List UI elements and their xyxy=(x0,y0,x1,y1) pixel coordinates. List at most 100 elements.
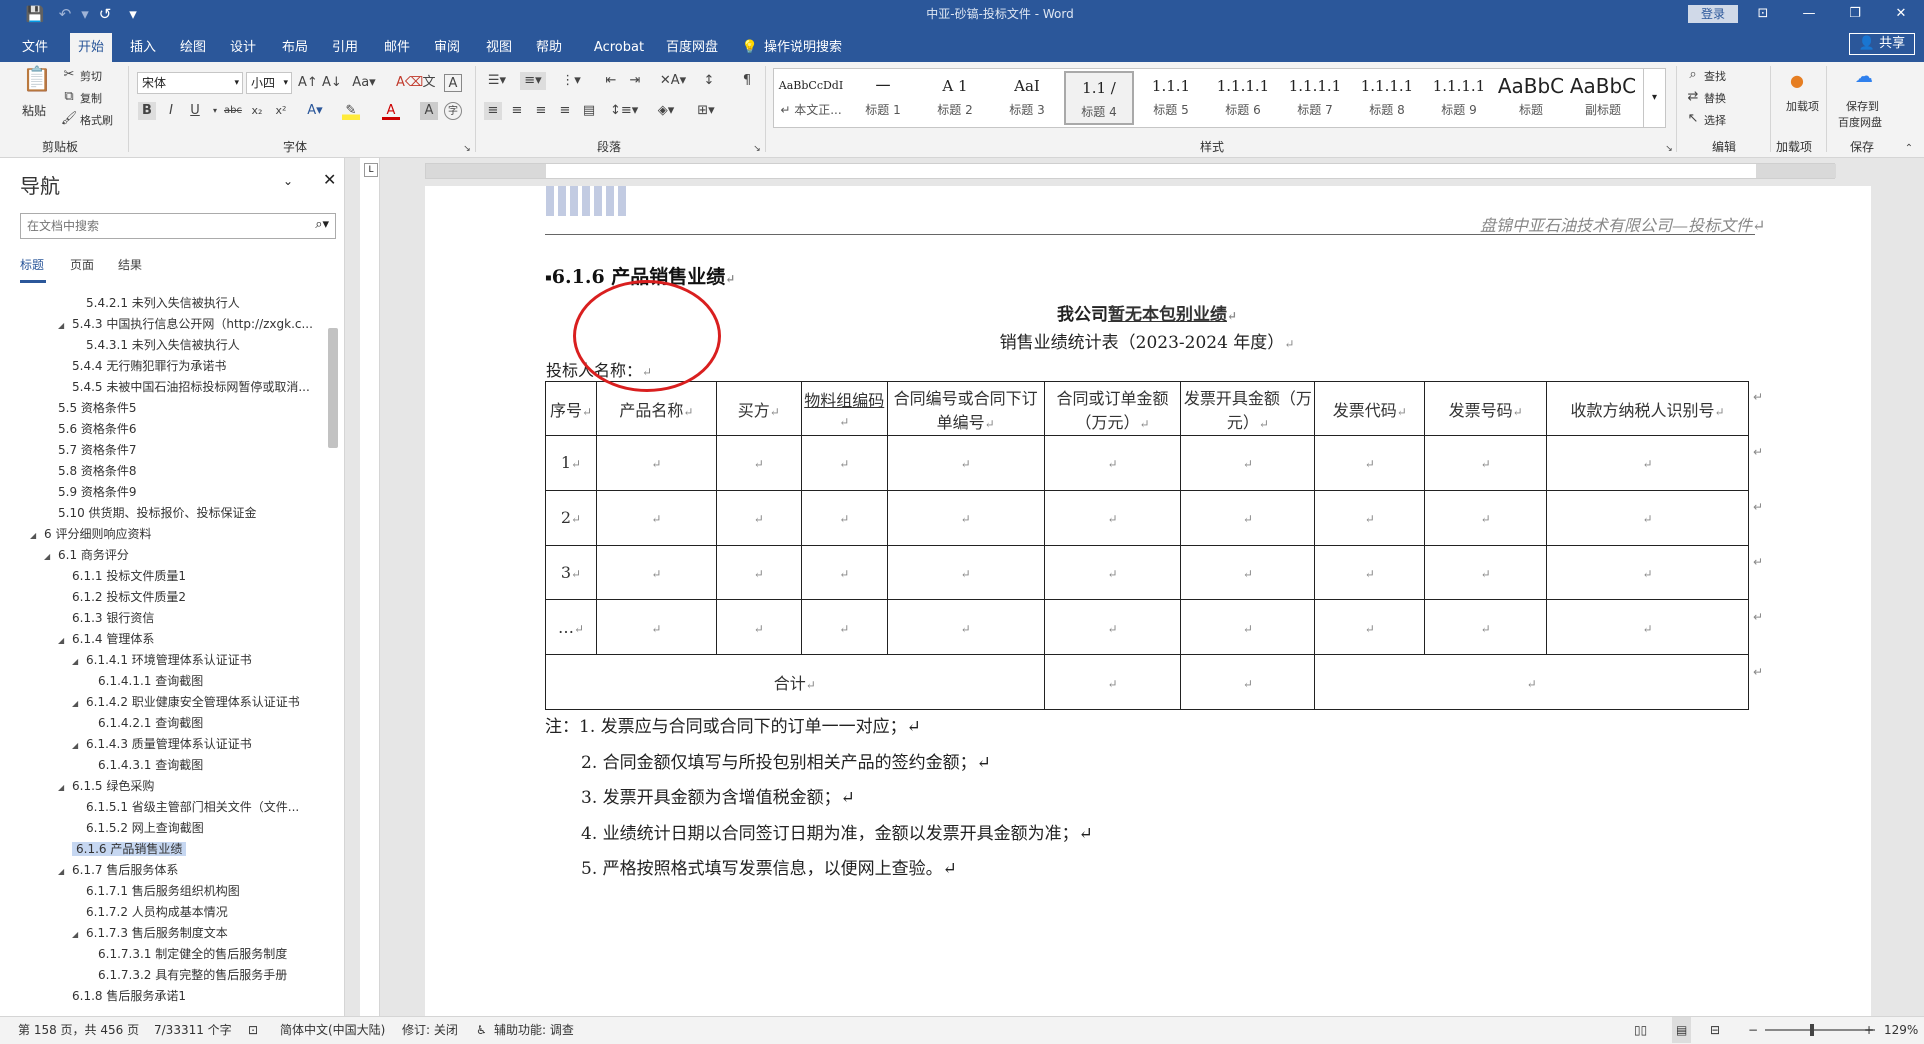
accessibility-icon[interactable]: ♿ xyxy=(476,1017,487,1043)
replace-button[interactable]: 替换 xyxy=(1704,90,1726,106)
table-cell[interactable]: ↵ xyxy=(1424,489,1548,546)
nav-heading-item[interactable]: 6.1.4.3.1 查询截图 xyxy=(98,755,203,775)
table-cell[interactable]: ↵ xyxy=(1180,544,1316,601)
style-heading-4[interactable]: 1.1 / 标题 4 xyxy=(1064,71,1134,125)
nav-heading-item[interactable]: 5.10 供货期、投标报价、投标保证金 xyxy=(58,503,257,523)
nav-heading-item[interactable]: 6.1.4.2.1 查询截图 xyxy=(98,713,203,733)
bullets-icon[interactable]: ☰▾ xyxy=(484,72,510,90)
nav-heading-item[interactable]: 5.6 资格条件6 xyxy=(58,419,137,439)
character-border-icon[interactable]: A xyxy=(444,74,462,92)
nav-tab-results[interactable]: 结果 xyxy=(118,256,142,273)
table-cell[interactable]: ↵ xyxy=(715,435,802,491)
table-cell[interactable]: ↵ xyxy=(1180,435,1316,491)
table-cell[interactable]: ↵ xyxy=(886,599,1045,656)
nav-heading-item[interactable]: 6.1.6 产品销售业绩 xyxy=(72,839,187,859)
row-number-cell[interactable]: 3↵ xyxy=(545,544,597,601)
collapse-triangle-icon[interactable]: ◢ xyxy=(72,694,86,714)
note-line[interactable]: 注：1. 发票应与合同或合同下的订单一一对应；↵ xyxy=(545,710,1093,746)
style-subtitle[interactable]: AaBbC 副标题 xyxy=(1568,71,1638,125)
nav-search-input[interactable] xyxy=(21,214,291,238)
nav-heading-item[interactable]: 6.1.3 银行资信 xyxy=(72,608,154,628)
table-cell[interactable]: ↵ xyxy=(886,489,1045,546)
addins-button[interactable]: 加载项 xyxy=(1786,98,1819,114)
nav-heading-item[interactable]: 5.5 资格条件5 xyxy=(58,398,137,418)
tab-help[interactable]: 帮助 xyxy=(528,33,570,62)
nav-heading-item[interactable]: ◢ 6.1 商务评分 xyxy=(44,545,129,565)
save-to-netdisk-line2[interactable]: 百度网盘 xyxy=(1838,114,1882,130)
zoom-slider-track[interactable] xyxy=(1765,1029,1875,1031)
tab-selector-icon[interactable]: L xyxy=(364,163,378,177)
select-icon[interactable]: ↖ xyxy=(1684,110,1702,128)
nav-heading-item[interactable]: 6.1.7.2 人员构成基本情况 xyxy=(86,902,228,922)
nav-heading-item[interactable]: 6.1.2 投标文件质量2 xyxy=(72,587,186,607)
copy-icon[interactable]: ⧉ xyxy=(60,88,78,106)
find-icon[interactable]: ⌕ xyxy=(1684,66,1702,84)
style-heading-6[interactable]: 1.1.1.1 标题 6 xyxy=(1208,71,1278,125)
numbering-icon[interactable]: ≡▾ xyxy=(520,72,546,90)
table-header-cell[interactable]: 物料组编码 ↵ xyxy=(800,381,888,436)
collapse-triangle-icon[interactable]: ◢ xyxy=(58,316,72,336)
nav-heading-item[interactable]: 6.1.7.3.1 制定健全的售后服务制度 xyxy=(98,944,287,964)
copy-button[interactable]: 复制 xyxy=(80,90,102,106)
total-label-cell[interactable]: 合计↵ xyxy=(545,654,1045,710)
baidu-netdisk-icon[interactable]: ☁ xyxy=(1852,68,1876,86)
italic-icon[interactable]: I xyxy=(162,102,180,120)
redo-icon[interactable]: ↺ xyxy=(92,0,118,28)
nav-heading-item[interactable]: ◢ 5.4.3 中国执行信息公开网（http://zxgk.c... xyxy=(58,314,313,334)
nav-heading-item[interactable]: ◢ 6.1.4 管理体系 xyxy=(58,629,154,649)
table-cell[interactable]: ↵ xyxy=(1546,599,1749,656)
chevron-down-icon[interactable]: ⌄ xyxy=(283,174,293,188)
cut-button[interactable]: 剪切 xyxy=(80,68,102,84)
style-normal[interactable]: AaBbCcDdI ↵ 本文正... xyxy=(776,71,846,125)
style-title[interactable]: AaBbC 标题 xyxy=(1496,71,1566,125)
close-icon[interactable]: ✕ xyxy=(323,170,336,189)
paragraph-dialog-launcher-icon[interactable]: ↘ xyxy=(748,140,766,158)
decrease-indent-icon[interactable]: ⇤ xyxy=(602,72,620,90)
highlight-icon[interactable]: ✎ xyxy=(342,102,360,120)
table-cell[interactable]: ↵ xyxy=(595,435,717,491)
save-icon[interactable]: 💾 xyxy=(22,0,48,28)
table-cell[interactable]: ↵ xyxy=(1314,544,1426,601)
table-cell[interactable]: ↵ xyxy=(1424,599,1548,656)
replace-icon[interactable]: ⇄ xyxy=(1684,88,1702,106)
nav-heading-item[interactable]: 6.1.7.3.2 具有完整的售后服务手册 xyxy=(98,965,287,985)
find-button[interactable]: 查找 xyxy=(1704,68,1726,84)
zoom-in-button[interactable]: + xyxy=(1864,1017,1874,1043)
minimize-button[interactable]: — xyxy=(1786,0,1832,28)
character-shading-icon[interactable]: A xyxy=(420,102,438,120)
table-cell[interactable]: ↵ xyxy=(715,489,802,546)
change-case-icon[interactable]: Aa▾ xyxy=(350,74,378,92)
style-heading-7[interactable]: 1.1.1.1 标题 7 xyxy=(1280,71,1350,125)
nav-heading-item[interactable]: 5.4.2.1 未列入失信被执行人 xyxy=(86,293,240,313)
font-color-icon[interactable]: A xyxy=(382,102,400,120)
table-subtitle[interactable]: 销售业绩统计表（2023-2024 年度）↵ xyxy=(545,328,1749,353)
table-cell[interactable]: ↵ xyxy=(886,435,1045,491)
nav-heading-item[interactable]: 5.8 资格条件8 xyxy=(58,461,137,481)
table-header-cell[interactable]: 收款方纳税人识别号↵ xyxy=(1546,381,1749,436)
table-cell[interactable]: ↵ xyxy=(1043,489,1182,546)
style-heading-8[interactable]: 1.1.1.1 标题 8 xyxy=(1352,71,1422,125)
tell-me-search[interactable]: 操作说明搜索 xyxy=(764,33,864,62)
style-heading-5[interactable]: 1.1.1 标题 5 xyxy=(1136,71,1206,125)
select-button[interactable]: 选择 xyxy=(1704,112,1726,128)
collapse-triangle-icon[interactable]: ◢ xyxy=(58,862,72,882)
show-marks-icon[interactable]: ¶ xyxy=(738,72,756,90)
nav-tab-pages[interactable]: 页面 xyxy=(70,256,94,273)
nav-heading-item[interactable]: 6.1.4.1.1 查询截图 xyxy=(98,671,203,691)
zoom-out-button[interactable]: − xyxy=(1748,1017,1758,1043)
word-count[interactable]: 7/33311 个字 xyxy=(154,1017,232,1043)
align-center-icon[interactable]: ≡ xyxy=(508,102,526,120)
table-cell[interactable]: ↵ xyxy=(1314,435,1426,491)
borders-icon[interactable]: ⊞▾ xyxy=(692,102,720,120)
zoom-level[interactable]: 129% xyxy=(1884,1017,1918,1043)
search-icon[interactable]: ⌕▾ xyxy=(315,217,329,232)
nav-heading-item[interactable]: ◢ 6.1.4.1 环境管理体系认证证书 xyxy=(72,650,252,670)
table-cell[interactable]: ↵ xyxy=(595,489,717,546)
phonetic-guide-icon[interactable]: 文 xyxy=(420,74,438,92)
nav-heading-item[interactable]: ◢ 6.1.7.3 售后服务制度文本 xyxy=(72,923,228,943)
tab-mailings[interactable]: 邮件 xyxy=(376,33,418,62)
nav-heading-item[interactable]: 6.1.8 售后服务承诺1 xyxy=(72,986,186,1006)
table-header-cell[interactable]: 买方↵ xyxy=(715,381,802,436)
nav-heading-item[interactable]: ◢ 6.1.5 绿色采购 xyxy=(58,776,154,796)
shading-icon[interactable]: ◈▾ xyxy=(652,102,680,120)
